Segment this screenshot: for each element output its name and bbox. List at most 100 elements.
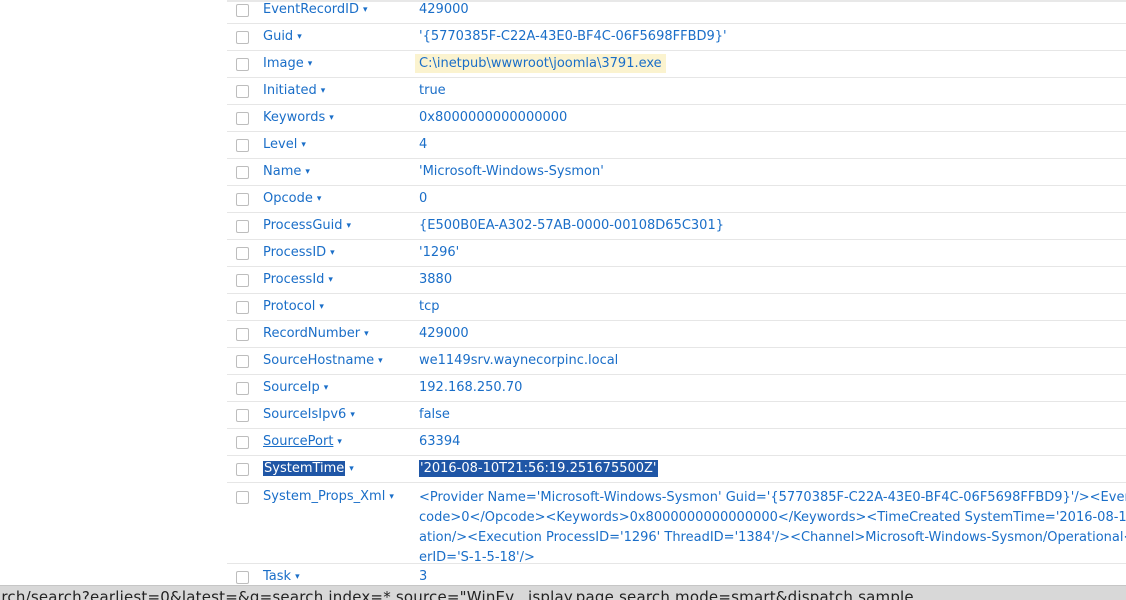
chevron-down-icon[interactable]: ▾ — [321, 86, 326, 96]
field-checkbox[interactable] — [236, 381, 249, 395]
field-value-eventrecordid[interactable]: 429000 — [419, 0, 1126, 23]
field-name-keywords[interactable]: Keywords ▾ — [263, 105, 334, 131]
chevron-down-icon[interactable]: ▾ — [347, 221, 352, 231]
field-checkbox[interactable] — [236, 273, 249, 287]
status-url: arch/search?earliest=0&latest=&q=search … — [0, 588, 914, 600]
field-name-protocol[interactable]: Protocol ▾ — [263, 294, 324, 320]
field-name-eventrecordid[interactable]: EventRecordID ▾ — [263, 0, 368, 23]
field-name-systemtime[interactable]: SystemTime ▾ — [263, 456, 354, 482]
field-value-image[interactable]: C:\inetpub\wwwroot\joomla\3791.exe — [415, 51, 1126, 77]
field-value-keywords[interactable]: 0x8000000000000000 — [419, 105, 1126, 131]
field-value-processid[interactable]: 3880 — [419, 267, 1126, 293]
field-checkbox[interactable] — [236, 408, 249, 422]
field-value-name[interactable]: 'Microsoft-Windows-Sysmon' — [419, 159, 1126, 185]
field-name-system-props-xml[interactable]: System_Props_Xml ▾ — [263, 488, 394, 506]
chevron-down-icon[interactable]: ▾ — [295, 572, 300, 582]
field-value-protocol[interactable]: tcp — [419, 294, 1126, 320]
chevron-down-icon[interactable]: ▾ — [319, 302, 324, 312]
field-row-guid: Guid ▾ '{5770385F-C22A-43E0-BF4C-06F5698F… — [227, 24, 1126, 51]
left-sidebar-panel — [0, 0, 171, 600]
field-name-sourceport[interactable]: SourcePort ▾ — [263, 429, 342, 455]
field-name-level[interactable]: Level ▾ — [263, 132, 306, 158]
chevron-down-icon[interactable]: ▾ — [308, 59, 313, 69]
chevron-down-icon[interactable]: ▾ — [349, 464, 354, 474]
field-row-processguid: ProcessGuid ▾ {E500B0EA-A302-57AB-0000-00… — [227, 213, 1126, 240]
field-row-sourcehostname: SourceHostname ▾ we1149srv.waynecorpinc.l… — [227, 348, 1126, 375]
field-value-systemtime[interactable]: '2016-08-10T21:56:19.251675500Z' — [419, 456, 1126, 482]
event-fields-list: EventRecordID ▾ 429000 Guid ▾ '{5770385F-C… — [227, 0, 1126, 600]
chevron-down-icon[interactable]: ▾ — [328, 275, 333, 285]
chevron-down-icon[interactable]: ▾ — [363, 5, 368, 15]
chevron-down-icon[interactable]: ▾ — [350, 410, 355, 420]
chevron-down-icon[interactable]: ▾ — [330, 248, 335, 258]
field-value-level[interactable]: 4 — [419, 132, 1126, 158]
chevron-down-icon[interactable]: ▾ — [305, 167, 310, 177]
field-checkbox[interactable] — [236, 491, 249, 504]
xml-line: <Provider Name='Microsoft-Windows-Sysmon… — [419, 490, 1126, 505]
field-row-level: Level ▾ 4 — [227, 132, 1126, 159]
field-row-keywords: Keywords ▾ 0x8000000000000000 — [227, 105, 1126, 132]
chevron-down-icon[interactable]: ▾ — [364, 329, 369, 339]
field-checkbox[interactable] — [236, 246, 249, 260]
field-row-recordnumber: RecordNumber ▾ 429000 — [227, 321, 1126, 348]
field-checkbox[interactable] — [236, 462, 249, 476]
field-row-sourceisipv6: SourceIsIpv6 ▾ false — [227, 402, 1126, 429]
chevron-down-icon[interactable]: ▾ — [337, 437, 342, 447]
field-checkbox[interactable] — [236, 30, 249, 44]
field-name-opcode[interactable]: Opcode ▾ — [263, 186, 321, 212]
field-value-opcode[interactable]: 0 — [419, 186, 1126, 212]
field-value-sourceport[interactable]: 63394 — [419, 429, 1126, 455]
field-name-sourceip[interactable]: SourceIp ▾ — [263, 375, 328, 401]
field-name-sourcehostname[interactable]: SourceHostname ▾ — [263, 348, 383, 374]
field-checkbox[interactable] — [236, 219, 249, 233]
field-checkbox[interactable] — [236, 84, 249, 98]
xml-line: ation/><Execution ProcessID='1296' Threa… — [419, 530, 1126, 545]
field-row-initiated: Initiated ▾ true — [227, 78, 1126, 105]
field-checkbox[interactable] — [236, 300, 249, 314]
field-value-processid-upper[interactable]: '1296' — [419, 240, 1126, 266]
field-checkbox[interactable] — [236, 138, 249, 152]
field-row-system-props-xml: System_Props_Xml ▾ <Provider Name='Micros… — [227, 483, 1126, 565]
browser-status-bar: arch/search?earliest=0&latest=&q=search … — [0, 585, 1126, 600]
field-checkbox[interactable] — [236, 570, 249, 584]
field-name-name[interactable]: Name ▾ — [263, 159, 310, 185]
field-checkbox[interactable] — [236, 57, 249, 71]
field-row-sourceport: SourcePort ▾ 63394 — [227, 429, 1126, 456]
xml-line: code>0</Opcode><Keywords>0x8000000000000… — [419, 510, 1126, 525]
field-name-image[interactable]: Image ▾ — [263, 51, 312, 77]
chevron-down-icon[interactable]: ▾ — [317, 194, 322, 204]
field-value-processguid[interactable]: {E500B0EA-A302-57AB-0000-00108D65C301} — [419, 213, 1126, 239]
chevron-down-icon[interactable]: ▾ — [301, 140, 306, 150]
field-name-sourceisipv6[interactable]: SourceIsIpv6 ▾ — [263, 402, 355, 428]
field-value-system-props-xml[interactable]: <Provider Name='Microsoft-Windows-Sysmon… — [419, 488, 1126, 568]
field-name-recordnumber[interactable]: RecordNumber ▾ — [263, 321, 369, 347]
field-value-recordnumber[interactable]: 429000 — [419, 321, 1126, 347]
field-checkbox[interactable] — [236, 111, 249, 125]
chevron-down-icon[interactable]: ▾ — [389, 492, 394, 502]
field-checkbox[interactable] — [236, 327, 249, 341]
field-checkbox[interactable] — [236, 354, 249, 368]
field-checkbox[interactable] — [236, 3, 249, 17]
field-checkbox[interactable] — [236, 192, 249, 206]
chevron-down-icon[interactable]: ▾ — [329, 113, 334, 123]
field-row-opcode: Opcode ▾ 0 — [227, 186, 1126, 213]
field-name-processid-upper[interactable]: ProcessID ▾ — [263, 240, 335, 266]
field-row-eventrecordid: EventRecordID ▾ 429000 — [227, 0, 1126, 24]
field-name-processid[interactable]: ProcessId ▾ — [263, 267, 333, 293]
chevron-down-icon[interactable]: ▾ — [297, 32, 302, 42]
field-name-initiated[interactable]: Initiated ▾ — [263, 78, 325, 104]
field-value-initiated[interactable]: true — [419, 78, 1126, 104]
field-name-guid[interactable]: Guid ▾ — [263, 24, 302, 50]
field-row-protocol: Protocol ▾ tcp — [227, 294, 1126, 321]
chevron-down-icon[interactable]: ▾ — [378, 356, 383, 366]
field-value-sourcehostname[interactable]: we1149srv.waynecorpinc.local — [419, 348, 1126, 374]
field-value-guid[interactable]: '{5770385F-C22A-43E0-BF4C-06F5698FFBD9}' — [419, 24, 1126, 50]
field-checkbox[interactable] — [236, 165, 249, 179]
field-row-name: Name ▾ 'Microsoft-Windows-Sysmon' — [227, 159, 1126, 186]
chevron-down-icon[interactable]: ▾ — [324, 383, 329, 393]
field-name-processguid[interactable]: ProcessGuid ▾ — [263, 213, 351, 239]
field-value-sourceisipv6[interactable]: false — [419, 402, 1126, 428]
field-value-sourceip[interactable]: 192.168.250.70 — [419, 375, 1126, 401]
field-checkbox[interactable] — [236, 435, 249, 449]
field-row-systemtime: SystemTime ▾ '2016-08-10T21:56:19.2516755… — [227, 456, 1126, 483]
